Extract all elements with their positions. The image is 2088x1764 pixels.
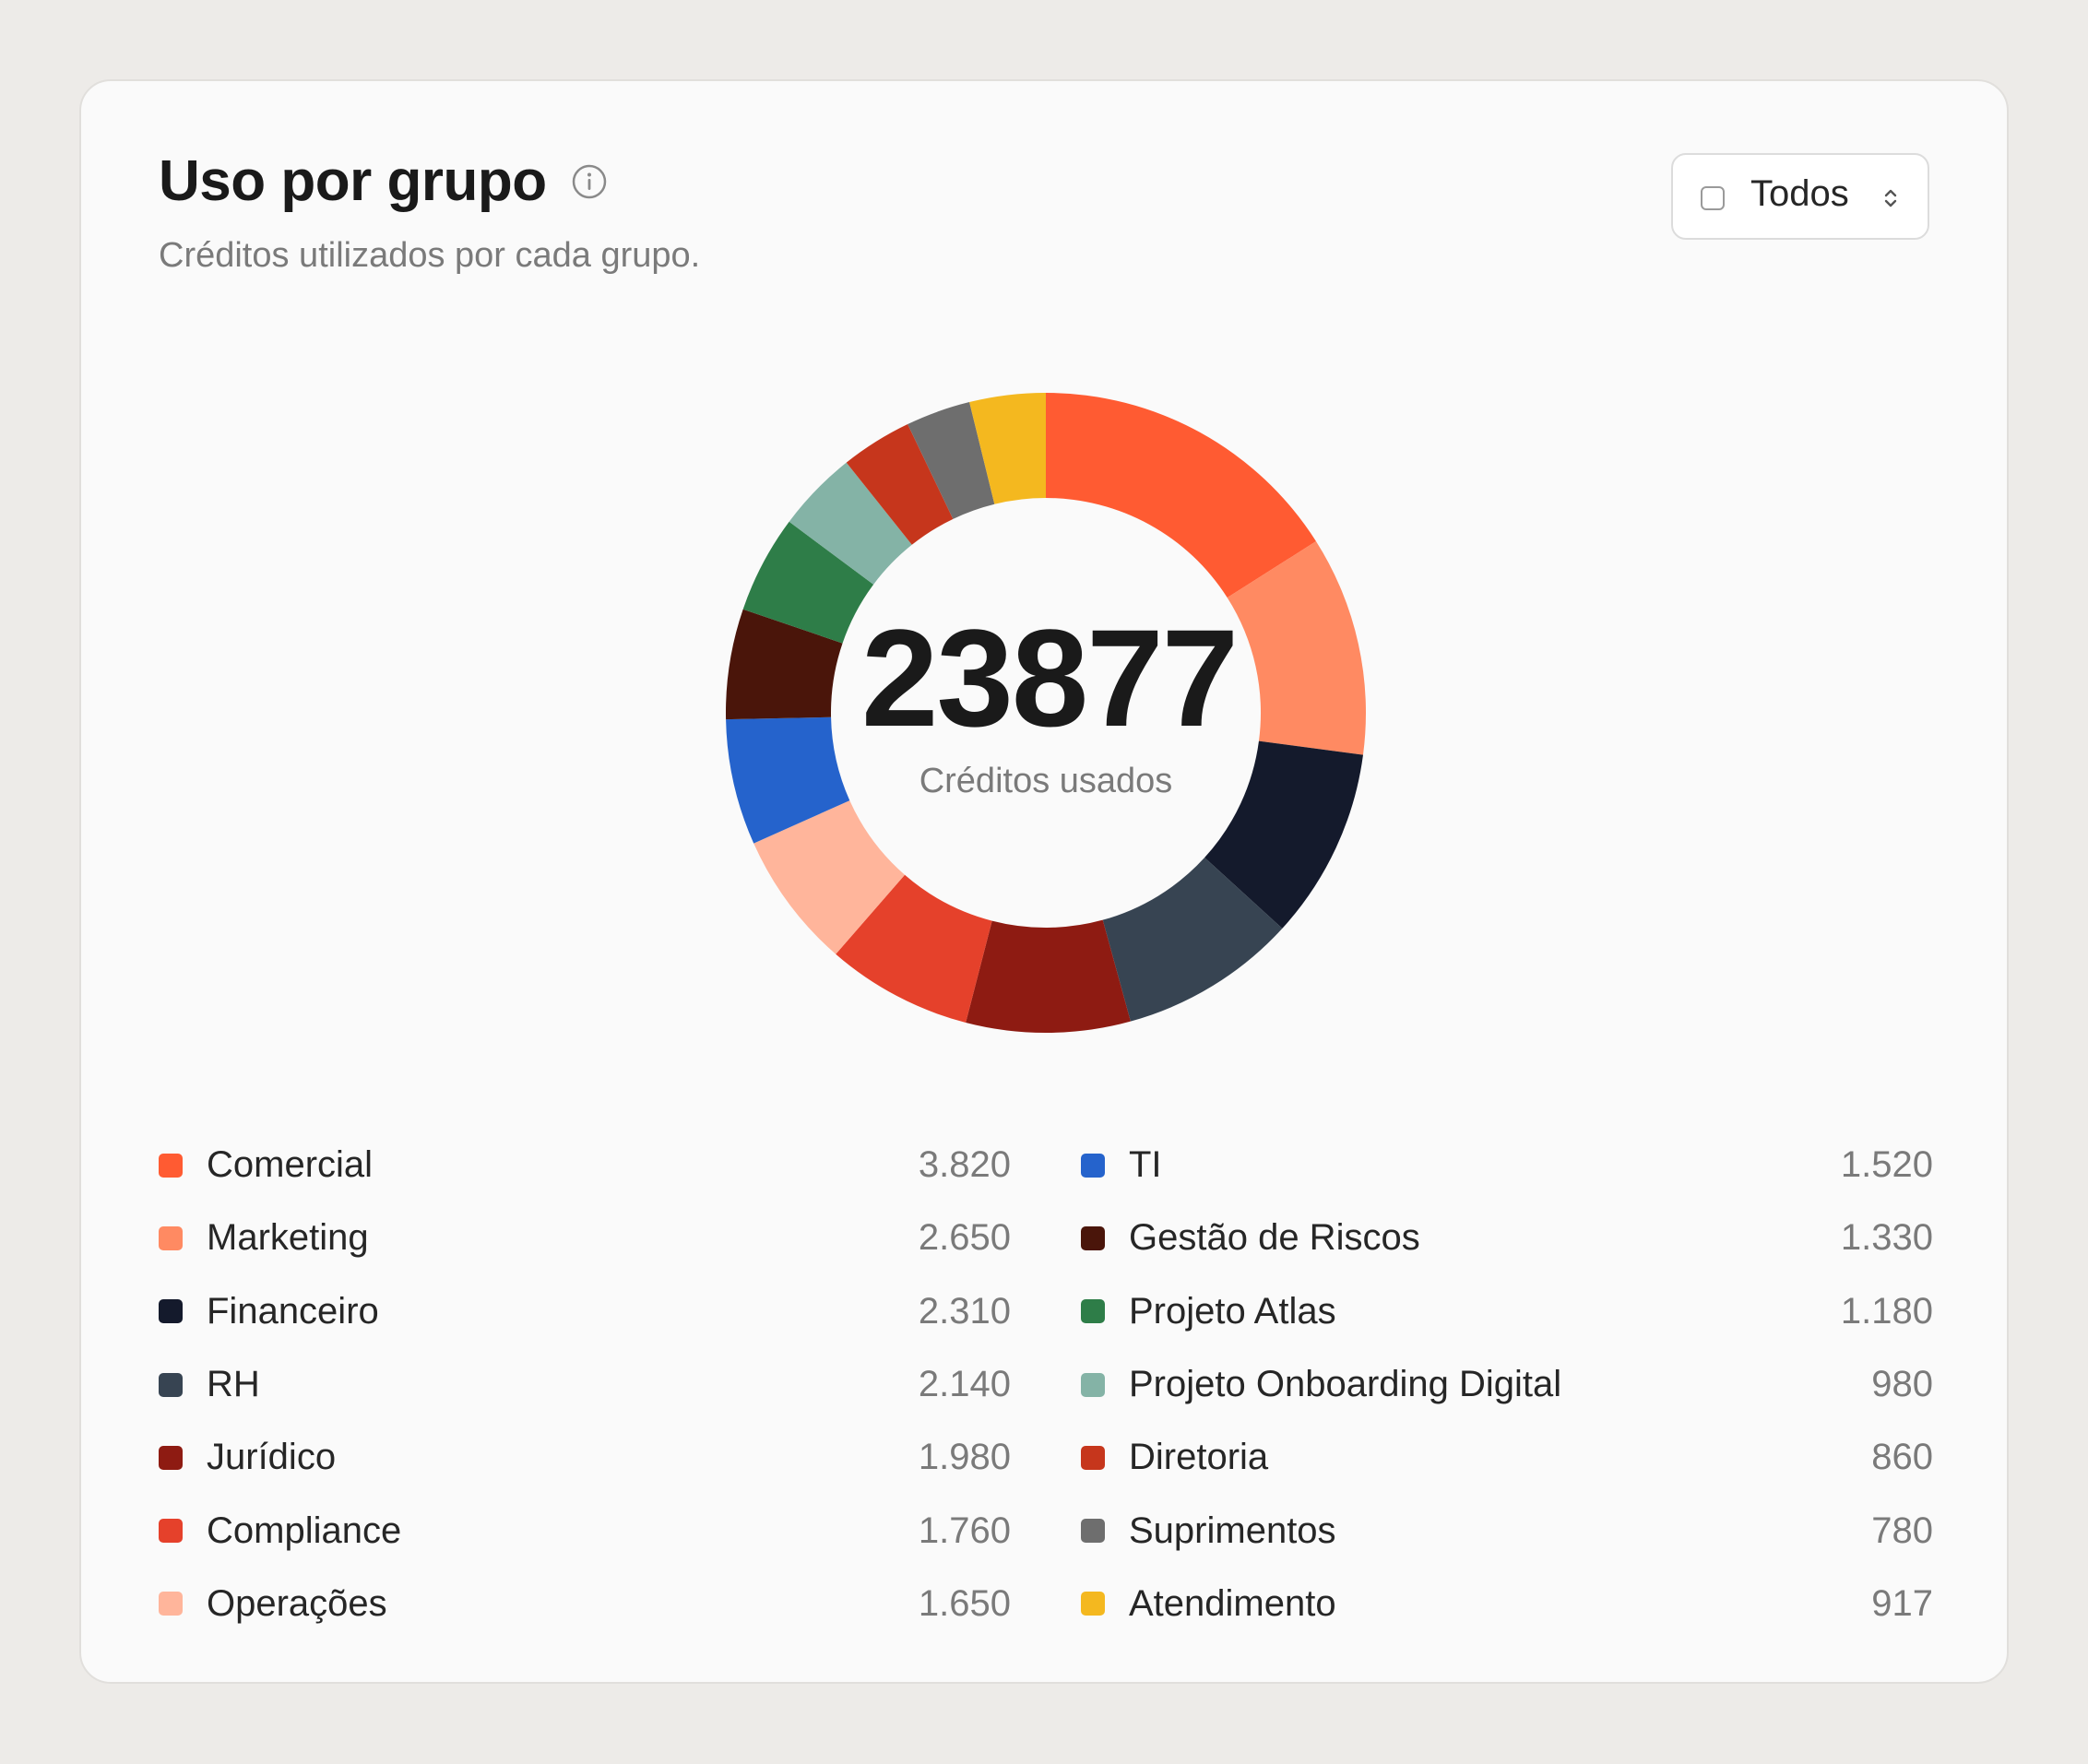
legend-swatch — [159, 1299, 183, 1324]
legend-item[interactable]: Gestão de Riscos 1.330 — [1081, 1202, 1933, 1274]
legend-column-right: TI 1.520 Gestão de Riscos 1.330 Projeto Atla… — [1081, 1129, 1933, 1640]
legend-item[interactable]: Suprimentos 780 — [1081, 1494, 1933, 1567]
legend-swatch — [159, 1445, 183, 1470]
total-credits-value: 23877 — [861, 600, 1239, 755]
legend-value: 2.310 — [918, 1290, 1011, 1332]
legend-swatch — [1081, 1519, 1105, 1544]
legend-value: 3.820 — [918, 1144, 1011, 1186]
legend-swatch — [1081, 1445, 1105, 1470]
legend-label: Financeiro — [207, 1290, 379, 1332]
legend-label: Comercial — [207, 1144, 374, 1186]
legend-item[interactable]: Marketing 2.650 — [159, 1202, 1011, 1274]
legend-label: Gestão de Riscos — [1129, 1217, 1420, 1259]
legend-value: 1.650 — [918, 1582, 1011, 1624]
legend-value: 2.650 — [918, 1217, 1011, 1259]
legend-value: 2.140 — [918, 1364, 1011, 1405]
legend-value: 1.180 — [1840, 1290, 1933, 1332]
legend-label: Atendimento — [1129, 1582, 1336, 1624]
legend-value: 860 — [1871, 1437, 1933, 1478]
legend-label: Jurídico — [207, 1437, 337, 1478]
legend-item[interactable]: Operações 1.650 — [159, 1568, 1011, 1640]
legend-swatch — [159, 1592, 183, 1616]
legend-item[interactable]: Jurídico 1.980 — [159, 1421, 1011, 1494]
legend-swatch — [159, 1153, 183, 1178]
legend-swatch — [1081, 1592, 1105, 1616]
legend-item[interactable]: Projeto Onboarding Digital 980 — [1081, 1348, 1933, 1421]
legend-label: Compliance — [207, 1509, 402, 1551]
legend-label: Projeto Onboarding Digital — [1129, 1364, 1562, 1405]
legend-value: 780 — [1871, 1509, 1933, 1551]
legend-swatch — [159, 1225, 183, 1250]
legend-item[interactable]: Diretoria 860 — [1081, 1421, 1933, 1494]
legend-item[interactable]: Projeto Atlas 1.180 — [1081, 1275, 1933, 1348]
legend-label: Operações — [207, 1582, 387, 1624]
legend-label: TI — [1129, 1144, 1162, 1186]
legend-item[interactable]: Comercial 3.820 — [159, 1129, 1011, 1202]
legend-swatch — [159, 1519, 183, 1544]
legend-item[interactable]: TI 1.520 — [1081, 1129, 1933, 1202]
legend-value: 1.330 — [1840, 1217, 1933, 1259]
legend-column-left: Comercial 3.820 Marketing 2.650 Financeiro 2.… — [159, 1129, 1011, 1640]
usage-card: Uso por grupo Créditos utilizados por ca… — [79, 79, 2009, 1684]
legend-value: 1.760 — [918, 1509, 1011, 1551]
legend-swatch — [1081, 1299, 1105, 1324]
legend-swatch — [1081, 1372, 1105, 1397]
legend-swatch — [1081, 1225, 1105, 1250]
legend-swatch — [1081, 1153, 1105, 1178]
legend-swatch — [159, 1372, 183, 1397]
legend-value: 980 — [1871, 1364, 1933, 1405]
legend-value: 1.520 — [1840, 1144, 1933, 1186]
total-credits-label: Créditos usados — [919, 762, 1173, 800]
legend-item[interactable]: RH 2.140 — [159, 1348, 1011, 1421]
donut-slice-comercial[interactable] — [1046, 393, 1316, 598]
legend-item[interactable]: Financeiro 2.310 — [159, 1275, 1011, 1348]
legend-label: Projeto Atlas — [1129, 1290, 1336, 1332]
legend-label: Diretoria — [1129, 1437, 1269, 1478]
legend-value: 1.980 — [918, 1437, 1011, 1478]
legend-item[interactable]: Atendimento 917 — [1081, 1568, 1933, 1640]
legend-label: Marketing — [207, 1217, 369, 1259]
legend-label: Suprimentos — [1129, 1509, 1336, 1551]
legend-label: RH — [207, 1364, 260, 1405]
legend-value: 917 — [1871, 1582, 1933, 1624]
legend-item[interactable]: Compliance 1.760 — [159, 1494, 1011, 1567]
donut-slice-juridico[interactable] — [966, 919, 1131, 1033]
